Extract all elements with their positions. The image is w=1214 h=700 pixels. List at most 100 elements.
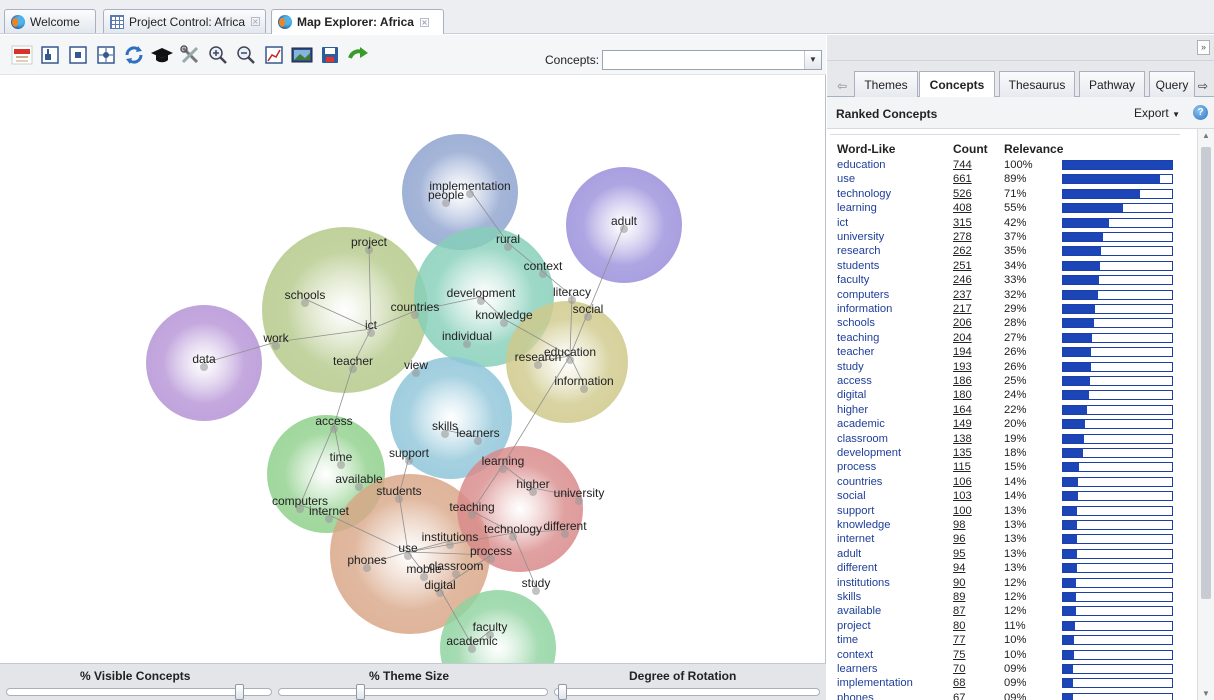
slider-thumb[interactable] [235, 684, 244, 700]
concept-word[interactable]: project [837, 619, 871, 633]
concept-count[interactable]: 68 [953, 676, 965, 690]
concept-count[interactable]: 149 [953, 417, 972, 431]
concept-word[interactable]: available [837, 604, 881, 618]
close-icon[interactable]: × [419, 17, 429, 27]
refresh-icon[interactable] [122, 43, 146, 67]
zoom-out-icon[interactable] [234, 43, 258, 67]
concept-label[interactable]: process [470, 544, 512, 558]
tab-welcome[interactable]: Welcome [4, 9, 96, 33]
concept-row[interactable]: process 115 15% [827, 460, 1197, 474]
concept-label[interactable]: teaching [449, 500, 494, 514]
chart-icon[interactable] [262, 43, 286, 67]
concept-row[interactable]: study 193 26% [827, 360, 1197, 374]
concept-count[interactable]: 661 [953, 172, 972, 186]
concept-word[interactable]: different [837, 561, 877, 575]
concept-row[interactable]: development 135 18% [827, 446, 1197, 460]
concept-label[interactable]: institutions [422, 530, 479, 544]
concept-count[interactable]: 87 [953, 604, 965, 618]
concept-count[interactable]: 89 [953, 590, 965, 604]
concept-label[interactable]: different [543, 519, 587, 533]
concept-count[interactable]: 94 [953, 561, 965, 575]
concept-count[interactable]: 106 [953, 475, 972, 489]
concept-label[interactable]: data [192, 352, 216, 366]
concept-label[interactable]: phones [347, 553, 386, 567]
concept-count[interactable]: 246 [953, 273, 972, 287]
concept-word[interactable]: learning [837, 201, 877, 215]
concept-word[interactable]: institutions [837, 576, 890, 590]
column-header-relevance[interactable]: Relevance [1004, 142, 1063, 156]
concept-count[interactable]: 98 [953, 518, 965, 532]
concept-label[interactable]: classroom [429, 559, 484, 573]
concept-word[interactable]: teacher [837, 345, 874, 359]
concept-row[interactable]: adult 95 13% [827, 547, 1197, 561]
concept-label[interactable]: information [554, 374, 613, 388]
concept-count[interactable]: 180 [953, 388, 972, 402]
concept-word[interactable]: study [837, 360, 864, 374]
fit-icon[interactable] [38, 43, 62, 67]
concept-label[interactable]: university [554, 486, 605, 500]
concept-count[interactable]: 262 [953, 244, 972, 258]
concept-count[interactable]: 744 [953, 158, 972, 172]
concept-count[interactable]: 138 [953, 432, 972, 446]
scroll-up-icon[interactable]: ▲ [1201, 131, 1211, 140]
concept-row[interactable]: learning 408 55% [827, 201, 1197, 215]
concept-word[interactable]: knowledge [837, 518, 891, 532]
concept-count[interactable]: 186 [953, 374, 972, 388]
concept-label[interactable]: study [522, 576, 551, 590]
scroll-left-icon[interactable]: ⇦ [837, 79, 847, 93]
concept-label[interactable]: adult [611, 214, 638, 228]
concept-count[interactable]: 90 [953, 576, 965, 590]
concept-label[interactable]: faculty [473, 620, 508, 634]
concept-word[interactable]: context [837, 648, 873, 662]
concept-row[interactable]: faculty 246 33% [827, 273, 1197, 287]
tab-pathway[interactable]: Pathway [1079, 71, 1145, 97]
concept-word[interactable]: process [837, 460, 876, 474]
concept-label[interactable]: technology [484, 522, 542, 536]
concept-word[interactable]: internet [837, 532, 874, 546]
concept-row[interactable]: countries 106 14% [827, 475, 1197, 489]
rotation-slider[interactable] [554, 684, 820, 700]
concept-word[interactable]: research [837, 244, 881, 258]
concept-word[interactable]: students [837, 259, 879, 273]
concept-row[interactable]: academic 149 20% [827, 417, 1197, 431]
concept-row[interactable]: implementation 68 09% [827, 676, 1197, 690]
concept-count[interactable]: 526 [953, 187, 972, 201]
concept-row[interactable]: research 262 35% [827, 244, 1197, 258]
concept-row[interactable]: time 77 10% [827, 633, 1197, 647]
scrollbar-thumb[interactable] [1201, 147, 1211, 599]
concept-word[interactable]: time [837, 633, 858, 647]
concept-label[interactable]: work [262, 331, 289, 345]
concept-row[interactable]: teaching 204 27% [827, 331, 1197, 345]
concept-label[interactable]: internet [309, 504, 350, 518]
concept-count[interactable]: 206 [953, 316, 972, 330]
save-icon[interactable] [318, 43, 342, 67]
concept-count[interactable]: 194 [953, 345, 972, 359]
concept-word[interactable]: faculty [837, 273, 869, 287]
concept-word[interactable]: university [837, 230, 884, 244]
concept-label[interactable]: project [351, 235, 388, 249]
tab-concepts[interactable]: Concepts [919, 71, 995, 98]
concept-count[interactable]: 96 [953, 532, 965, 546]
collapse-icon[interactable]: » [1197, 40, 1210, 55]
concept-count[interactable]: 67 [953, 691, 965, 700]
concept-label[interactable]: use [398, 541, 418, 555]
concept-label[interactable]: ict [365, 318, 378, 332]
scroll-right-icon[interactable]: ⇨ [1198, 79, 1208, 93]
concept-count[interactable]: 237 [953, 288, 972, 302]
concept-map[interactable]: implementation people adult project rural con… [0, 75, 826, 665]
concept-row[interactable]: higher 164 22% [827, 403, 1197, 417]
concept-row[interactable]: university 278 37% [827, 230, 1197, 244]
concept-row[interactable]: ict 315 42% [827, 216, 1197, 230]
concept-count[interactable]: 278 [953, 230, 972, 244]
tools-icon[interactable] [178, 43, 202, 67]
tab-thesaurus[interactable]: Thesaurus [999, 71, 1075, 97]
concept-row[interactable]: learners 70 09% [827, 662, 1197, 676]
concept-word[interactable]: teaching [837, 331, 879, 345]
graduation-cap-icon[interactable] [150, 43, 174, 67]
concept-label[interactable]: education [544, 345, 596, 359]
concept-label[interactable]: learners [456, 426, 499, 440]
concept-label[interactable]: students [376, 484, 421, 498]
concept-label[interactable]: support [389, 446, 430, 460]
concept-count[interactable]: 115 [953, 460, 971, 474]
forward-arrow-icon[interactable] [346, 43, 370, 67]
